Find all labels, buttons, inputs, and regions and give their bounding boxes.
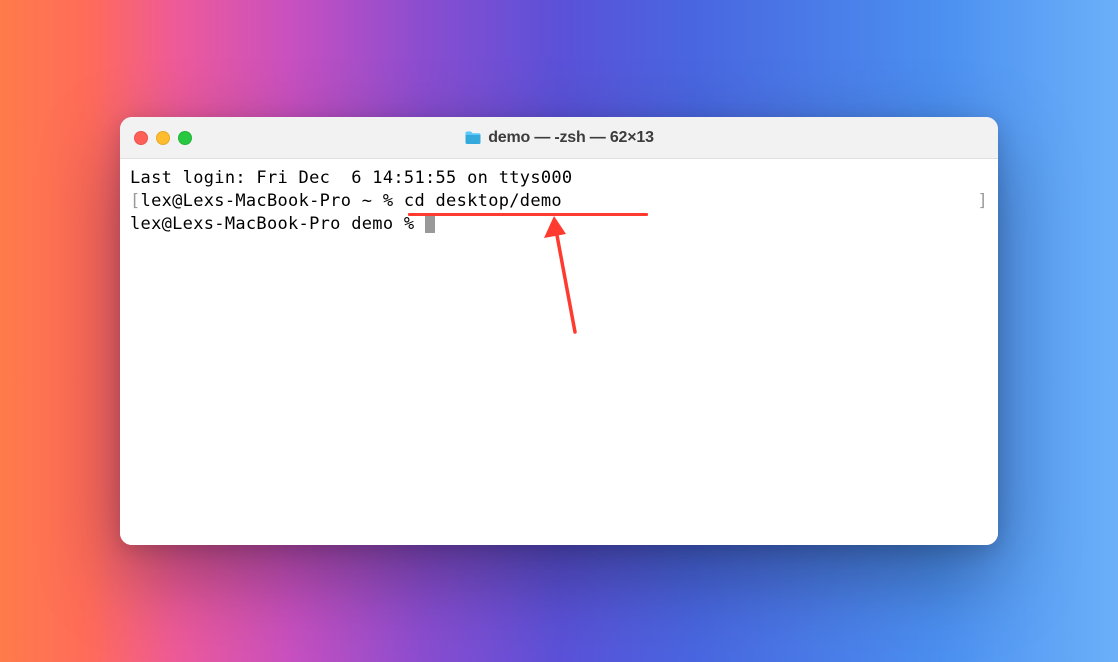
window-title-container: demo — -zsh — 62×13 [120, 117, 998, 158]
bracket-right-icon: ] [977, 190, 988, 213]
bracket-left-icon: [ [130, 191, 141, 211]
minimize-icon[interactable] [156, 131, 170, 145]
terminal-body[interactable]: Last login: Fri Dec 6 14:51:55 on ttys00… [120, 159, 998, 545]
terminal-window: demo — -zsh — 62×13 Last login: Fri Dec … [120, 117, 998, 545]
prompt-1-command: cd desktop/demo [404, 191, 562, 211]
maximize-icon[interactable] [178, 131, 192, 145]
prompt-line-2: lex@Lexs-MacBook-Pro demo % [130, 213, 988, 236]
login-message: Last login: Fri Dec 6 14:51:55 on ttys00… [130, 167, 988, 190]
prompt-line-1: [lex@Lexs-MacBook-Pro ~ % cd desktop/dem… [130, 190, 988, 213]
title-bar[interactable]: demo — -zsh — 62×13 [120, 117, 998, 159]
folder-icon [464, 130, 482, 146]
prompt-1-prefix: lex@Lexs-MacBook-Pro ~ % [141, 191, 404, 211]
close-icon[interactable] [134, 131, 148, 145]
window-title: demo — -zsh — 62×13 [488, 129, 654, 147]
cursor-icon [425, 213, 435, 233]
traffic-lights [134, 131, 192, 145]
prompt-2-prefix: lex@Lexs-MacBook-Pro demo % [130, 214, 425, 234]
